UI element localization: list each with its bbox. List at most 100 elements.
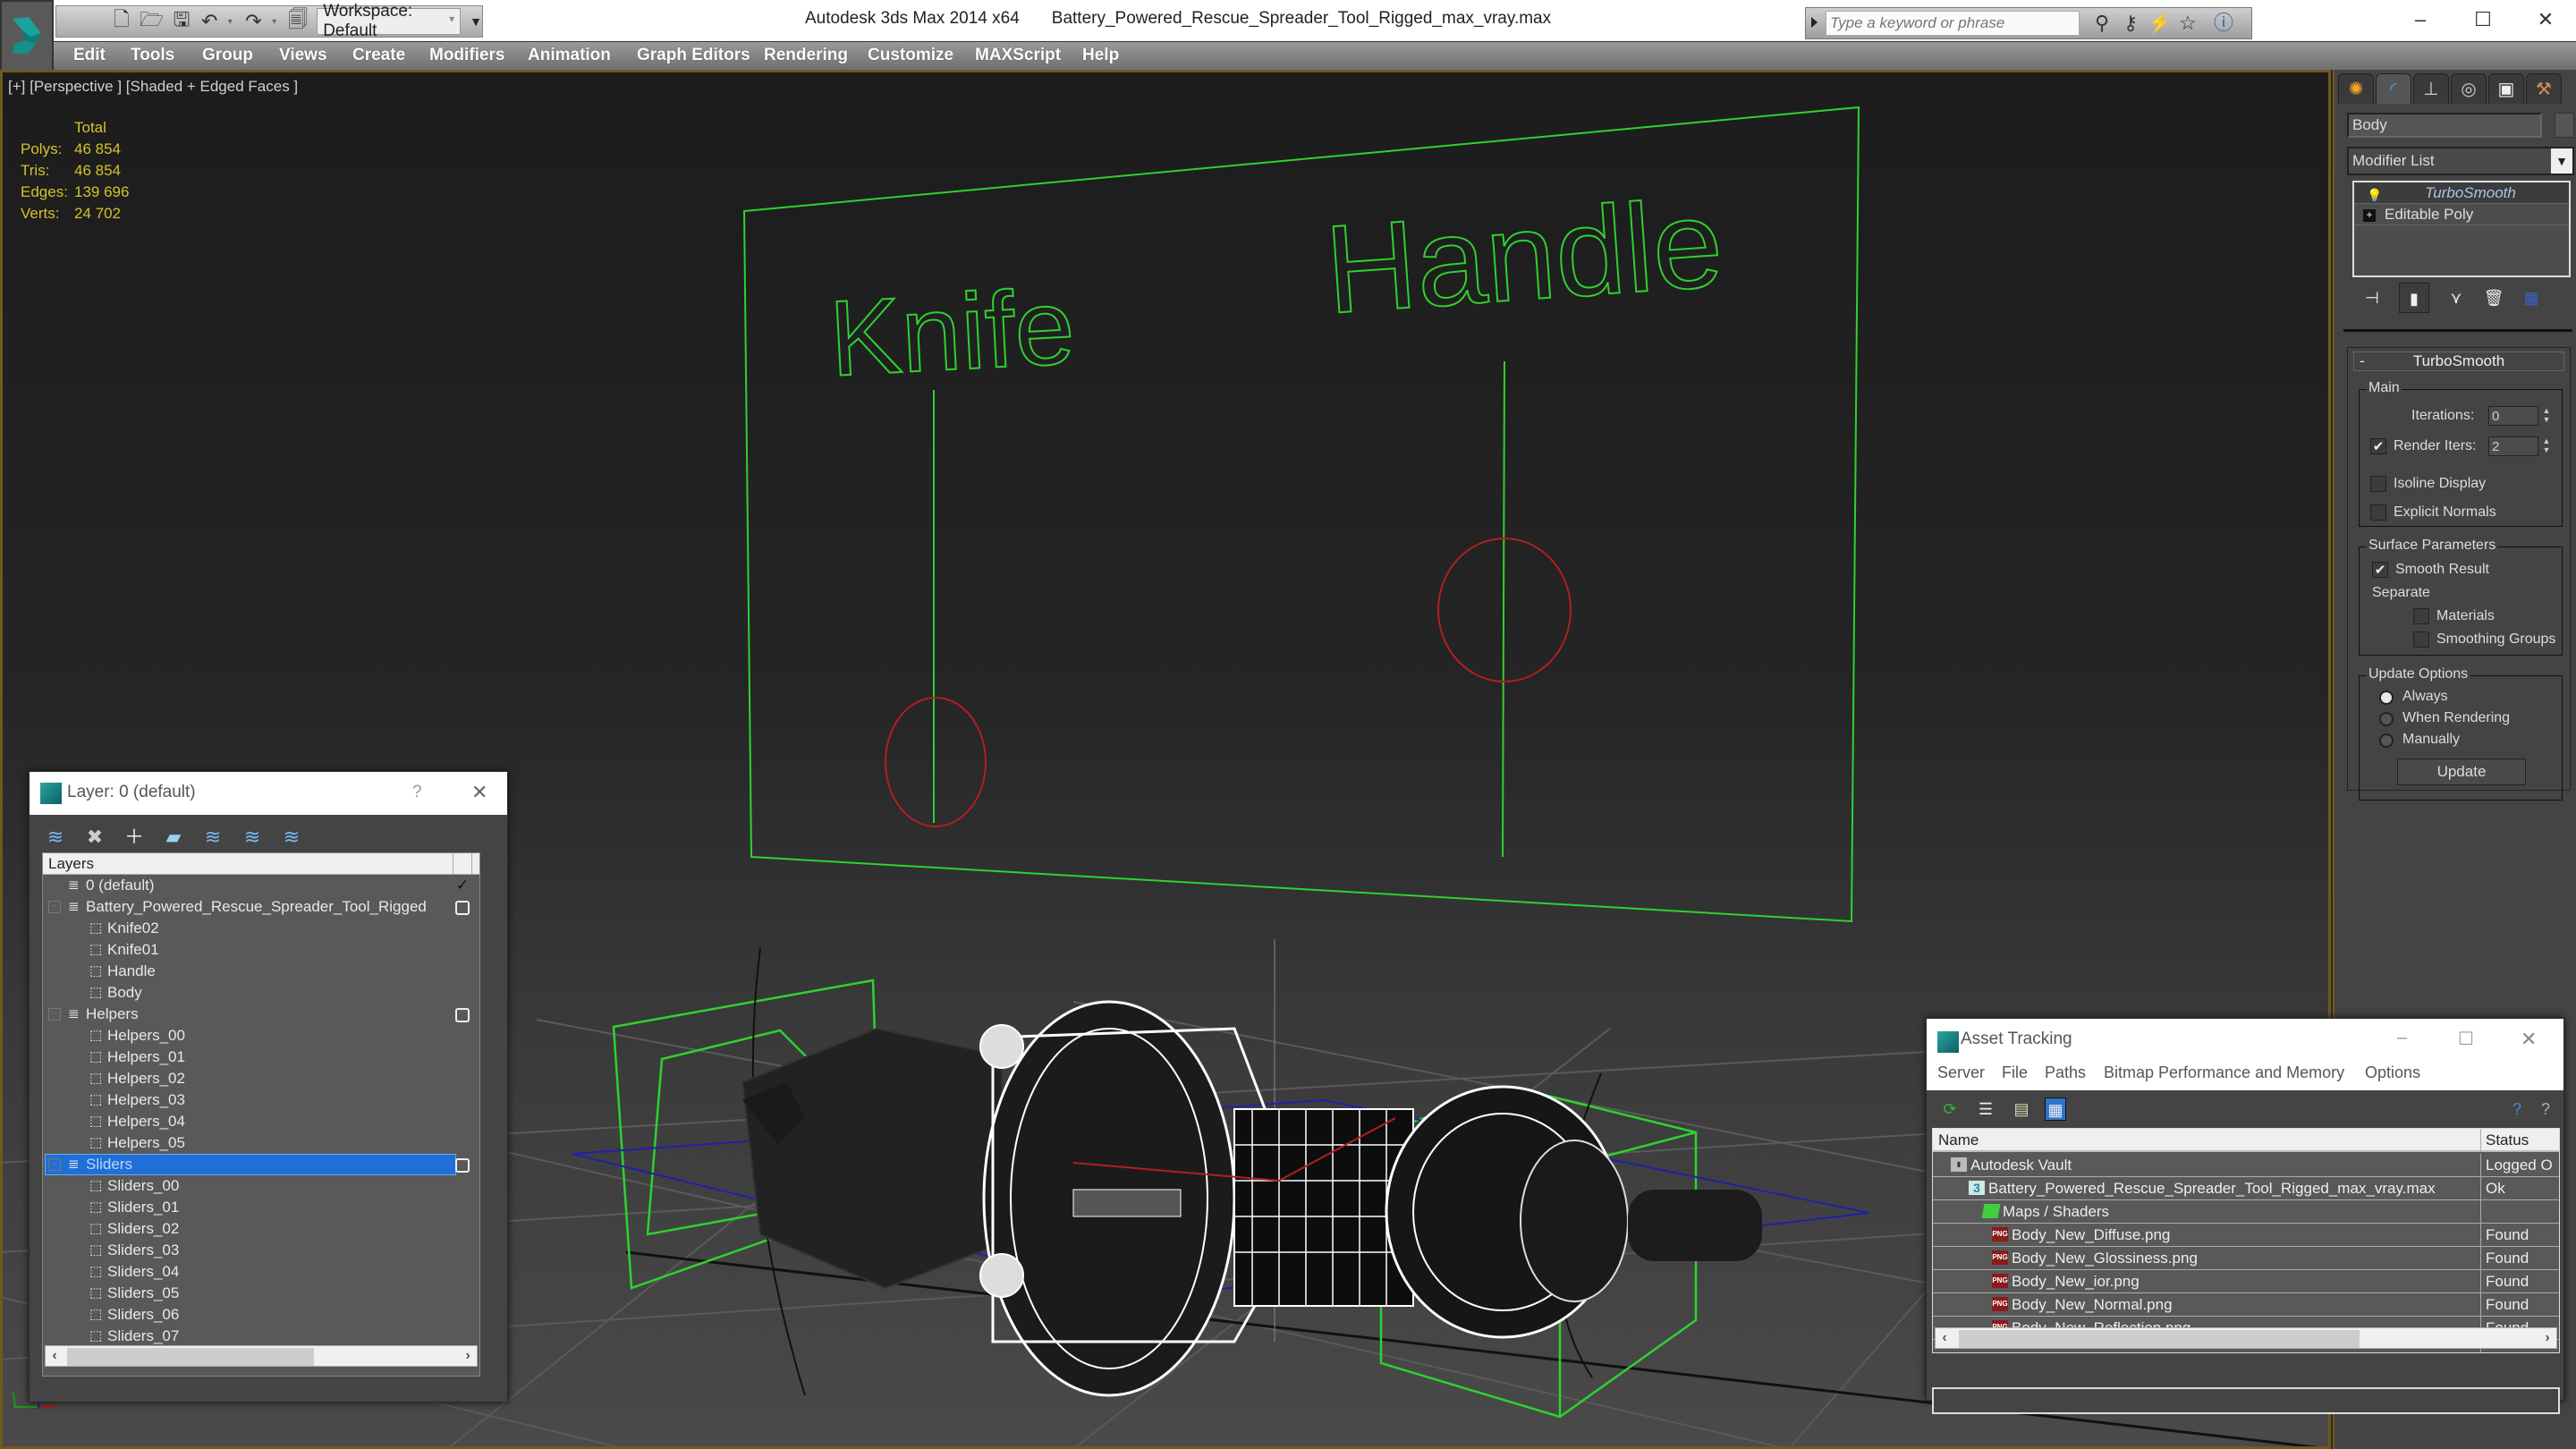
column-header-status[interactable]: Status [2486,1131,2529,1149]
scroll-right-icon[interactable]: › [459,1346,477,1366]
horizontal-scrollbar[interactable]: ‹ › [45,1345,478,1367]
search-input[interactable] [1826,11,2080,36]
menu-maxscript[interactable]: MAXScript [975,46,1061,65]
make-current-box-icon[interactable] [455,1158,470,1173]
make-current-box-icon[interactable] [455,901,470,915]
update-button[interactable]: Update [2397,758,2526,785]
layer-row[interactable]: ≣ 0 (default) ✓ [43,875,469,896]
redo-dropdown-icon[interactable]: ▾ [272,17,279,27]
object-row[interactable]: ⬚ Helpers_04 [43,1111,469,1132]
make-current-box-icon[interactable] [455,1008,470,1022]
expand-plus-icon[interactable]: + [2363,208,2376,222]
scroll-right-icon[interactable]: › [2538,1328,2556,1348]
workspace-dropdown[interactable]: Workspace: Default [317,2,462,40]
save-file-icon[interactable]: 🖫 [172,8,191,33]
object-row[interactable]: ⬚ Helpers_00 [43,1025,469,1046]
help-button[interactable]: ? [412,783,422,802]
object-row[interactable]: ⬚ Sliders_00 [43,1175,469,1197]
satellite-icon[interactable]: ⚡ [2148,12,2172,35]
modifier-list-dropdown[interactable]: Modifier List ▼ [2347,147,2574,175]
viewport-label-menu[interactable]: [+] [Perspective ] [Shaded + Edged Faces… [8,78,298,96]
menu-file[interactable]: File [2002,1063,2028,1082]
vault-help-icon[interactable]: ? [2506,1097,2528,1121]
display-tab[interactable]: ▣ [2488,73,2524,104]
modify-tab[interactable]: ◜ [2376,73,2411,104]
asset-row[interactable]: PNG Body_New_Normal.png Found [1933,1293,2559,1317]
object-row[interactable]: ⬚ Helpers_01 [43,1046,469,1068]
menu-views[interactable]: Views [279,46,327,65]
collapse-toggle-icon[interactable]: − [48,901,61,913]
add-to-layer-icon[interactable]: ＋ [123,826,146,849]
minimize-button[interactable]: – [2397,1028,2407,1048]
stack-item-editable-poly[interactable]: + Editable Poly [2354,204,2569,225]
expand-search-icon[interactable] [1811,17,1818,28]
object-name-field[interactable] [2347,113,2542,138]
menu-options[interactable]: Options [2365,1063,2420,1082]
help-icon[interactable]: ? [2535,1097,2556,1121]
open-file-icon[interactable]: 🗁 [140,8,164,33]
menu-rendering[interactable]: Rendering [764,46,848,65]
render-iters-checkbox[interactable]: ✔ [2370,438,2386,454]
tree-view-icon[interactable]: ▤ [2011,1097,2032,1121]
asset-row[interactable]: PNG Body_New_Glossiness.png Found [1933,1247,2559,1270]
maximize-button[interactable]: ☐ [2458,1028,2474,1050]
radio-always[interactable] [2379,691,2394,705]
configure-modifier-sets-icon[interactable]: ▦ [2521,287,2542,309]
close-button[interactable]: ✕ [471,781,487,804]
select-objects-icon[interactable]: ▰ [162,826,185,849]
object-row[interactable]: ⬚ Sliders_01 [43,1197,469,1218]
delete-layer-icon[interactable]: ✖ [83,826,106,849]
column-header-name[interactable]: Name [1938,1131,1979,1149]
help-icon[interactable]: ⓘ [2212,12,2235,35]
object-row[interactable]: ⬚ Knife01 [43,939,469,961]
undo-icon[interactable]: ↶ [200,10,219,33]
scroll-left-icon[interactable]: ‹ [1936,1328,1953,1348]
dialog-titlebar[interactable]: Layer: 0 (default) ? ✕ [30,772,507,815]
create-tab[interactable]: ✺ [2338,73,2374,104]
asset-row[interactable]: 3 Battery_Powered_Rescue_Spreader_Tool_Ri… [1933,1177,2559,1200]
object-row[interactable]: ⬚ Knife02 [43,918,469,939]
menu-customize[interactable]: Customize [868,46,953,65]
object-row[interactable]: ⬚ Helpers_03 [43,1089,469,1111]
new-file-icon[interactable]: 🗋 [112,8,131,33]
smooth-result-checkbox[interactable]: ✔ [2372,562,2388,578]
scroll-thumb[interactable] [1959,1330,2360,1348]
smoothing-groups-checkbox[interactable] [2413,631,2429,648]
project-folder-icon[interactable]: 🗐 [288,8,308,33]
undo-dropdown-icon[interactable]: ▾ [228,17,235,27]
materials-checkbox[interactable] [2413,608,2429,624]
menu-group[interactable]: Group [202,46,253,65]
pin-stack-icon[interactable]: ⊣ [2361,287,2383,309]
menu-create[interactable]: Create [352,46,405,65]
close-button[interactable]: ✕ [2528,5,2563,34]
minimize-button[interactable]: – [2402,5,2438,34]
menu-tools[interactable]: Tools [131,46,174,65]
favorites-star-icon[interactable]: ☆ [2176,12,2199,35]
object-row[interactable]: ⬚ Sliders_05 [43,1283,469,1304]
asset-row[interactable]: PNG Body_New_Diffuse.png Found [1933,1224,2559,1247]
menu-edit[interactable]: Edit [73,46,106,65]
redo-icon[interactable]: ↷ [244,10,263,33]
highlight-layer-icon[interactable]: ≋ [241,826,264,849]
asset-row[interactable]: PNG Body_New_ior.png Found [1933,1270,2559,1293]
object-row[interactable]: ⬚ Handle [43,961,469,982]
collapse-toggle-icon[interactable]: − [48,1008,61,1021]
scroll-left-icon[interactable]: ‹ [46,1346,64,1366]
show-end-result-icon[interactable]: ▮ [2399,283,2429,313]
render-iters-spinner[interactable] [2488,436,2538,456]
customize-qat-icon[interactable]: ▼ [470,14,482,29]
radio-manually[interactable] [2379,733,2394,748]
list-view-icon[interactable]: ☰ [1975,1097,1996,1121]
object-row[interactable]: ⬚ Sliders_03 [43,1240,469,1261]
column-header-layers[interactable]: Layers [48,855,94,873]
object-row[interactable]: ⬚ Helpers_05 [43,1132,469,1154]
table-view-icon[interactable]: ▦ [2045,1097,2066,1121]
menu-paths[interactable]: Paths [2045,1063,2086,1082]
refresh-icon[interactable]: ⟳ [1939,1097,1961,1121]
column-divider[interactable] [2480,1129,2481,1152]
utilities-tab[interactable]: ⚒ [2526,73,2562,104]
select-layer-icon[interactable]: ≋ [201,826,225,849]
stack-item-turbosmooth[interactable]: 💡 TurboSmooth [2354,182,2569,204]
layer-row[interactable]: − ≣ Helpers [43,1004,470,1025]
make-unique-icon[interactable]: ⋎ [2445,287,2467,309]
